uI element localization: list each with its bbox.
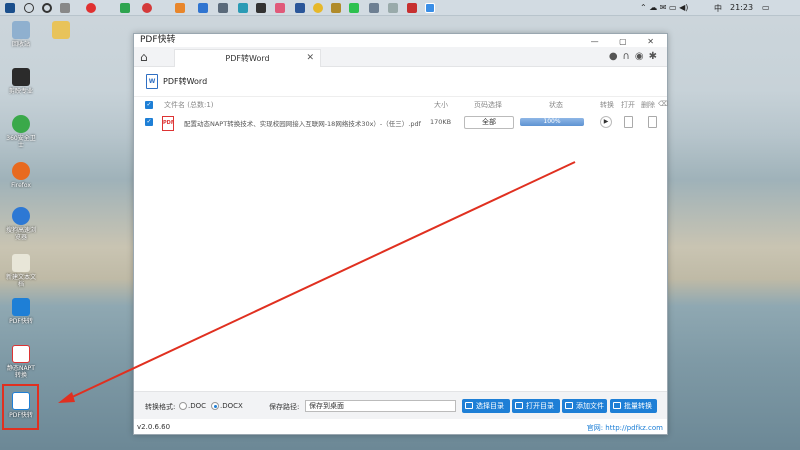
arrow-head: [58, 392, 75, 403]
arrow-line: [69, 161, 576, 399]
highlight-box: [2, 384, 39, 430]
annotation-arrow: [58, 161, 576, 403]
